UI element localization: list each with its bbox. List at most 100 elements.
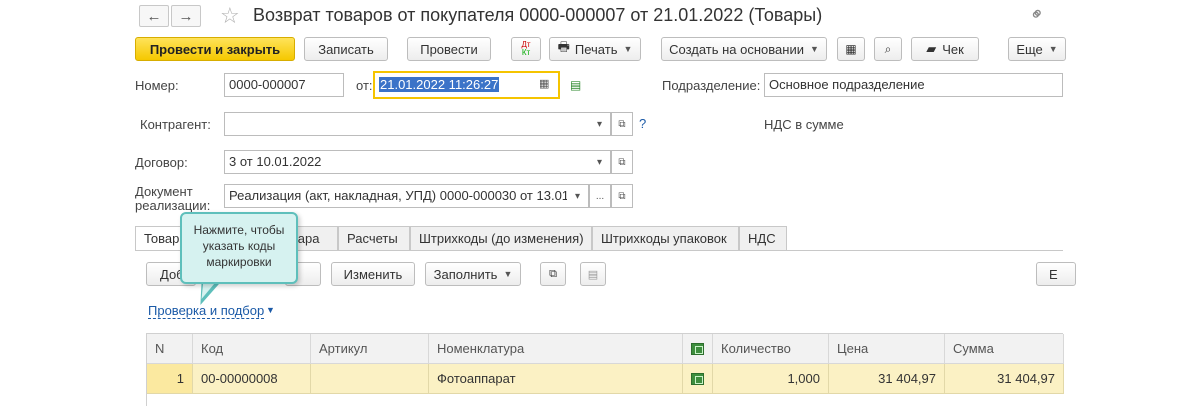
- sales-document-label: Документ реализации:: [135, 185, 210, 213]
- paste-rows-button[interactable]: ▤: [580, 262, 606, 286]
- printer-icon: 🖶: [557, 39, 570, 54]
- sales-document-label-line1: Документ: [135, 184, 193, 199]
- more-button[interactable]: Еще ▼: [1008, 37, 1066, 61]
- chevron-down-icon: ▾: [596, 118, 603, 130]
- dtkt-icon: Дт Кт: [521, 40, 531, 57]
- marking-codes-tooltip: Нажмите, чтобы указать коды маркировки: [180, 212, 298, 284]
- fill-label: Заполнить: [433, 266, 498, 282]
- tab-payments[interactable]: Расчеты: [338, 226, 410, 251]
- marking-code-icon: [691, 372, 704, 385]
- table-more-button[interactable]: Е: [1036, 262, 1076, 286]
- chevron-down-icon: ▼: [1048, 44, 1058, 54]
- table-cell-n[interactable]: 1: [147, 364, 193, 394]
- marking-code-icon: [691, 342, 704, 355]
- fill-button[interactable]: Заполнить ▼: [425, 262, 521, 286]
- check-and-pick-link[interactable]: Проверка и подбор: [148, 303, 265, 319]
- tab-vat-label: НДС: [748, 231, 776, 246]
- contract-open-button[interactable]: ⧉: [611, 150, 633, 174]
- tooltip-line-1: Нажмите, чтобы: [193, 223, 285, 237]
- tooltip-line-3: маркировки: [206, 255, 272, 269]
- create-based-label: Создать на основании: [669, 41, 804, 57]
- chevron-down-icon: ▼: [266, 305, 275, 315]
- contract-field[interactable]: 3 от 10.01.2022: [224, 150, 590, 174]
- contractor-open-button[interactable]: ⧉: [611, 112, 633, 136]
- move-date-icon[interactable]: ▤: [570, 78, 581, 92]
- date-field[interactable]: 21.01.2022 11:26:27: [373, 71, 560, 99]
- receipt-label: Чек: [942, 41, 964, 57]
- tab-payments-label: Расчеты: [347, 231, 398, 246]
- column-header-n[interactable]: N: [147, 334, 193, 364]
- division-field[interactable]: Основное подразделение: [764, 73, 1063, 97]
- sales-document-field[interactable]: Реализация (акт, накладная, УПД) 0000-00…: [224, 184, 568, 208]
- back-button[interactable]: ←: [139, 5, 169, 27]
- chevron-down-icon: ▼: [623, 44, 633, 54]
- link-icon[interactable]: ⚭: [1025, 2, 1051, 28]
- sales-document-label-line2: реализации:: [135, 198, 211, 213]
- chevron-down-icon: ▼: [809, 44, 819, 54]
- post-button[interactable]: Провести: [407, 37, 491, 61]
- print-button[interactable]: 🖶 Печать ▼: [549, 37, 641, 61]
- paste-icon: ▤: [587, 268, 599, 281]
- tab-barcodes-before[interactable]: Штрихкоды (до изменения): [410, 226, 592, 251]
- paperclip-icon: ⌕: [884, 41, 892, 56]
- receipt-button[interactable]: ▰ Чек: [911, 37, 979, 61]
- vat-mode-label[interactable]: НДС в сумме: [764, 117, 844, 132]
- forward-button[interactable]: →: [171, 5, 201, 27]
- post-and-close-button[interactable]: Провести и закрыть: [135, 37, 295, 61]
- open-window-icon: ⧉: [618, 190, 626, 202]
- save-button[interactable]: Записать: [304, 37, 388, 61]
- column-header-qty[interactable]: Количество: [713, 334, 829, 364]
- open-window-icon: ⧉: [618, 118, 626, 130]
- column-header-item[interactable]: Номенклатура: [429, 334, 683, 364]
- column-header-sum[interactable]: Сумма: [945, 334, 1064, 364]
- table-cell-marking[interactable]: [683, 364, 713, 394]
- column-header-code[interactable]: Код: [193, 334, 311, 364]
- contract-dropdown-button[interactable]: ▾: [589, 150, 611, 174]
- attach-button[interactable]: ⌕: [874, 37, 902, 61]
- goods-table: N Код Артикул Номенклатура Количество Це…: [146, 333, 1064, 406]
- sales-document-dropdown-button[interactable]: ▾: [567, 184, 589, 208]
- document-structure-icon: ▦: [845, 42, 857, 56]
- tab-package-barcodes[interactable]: Штрихкоды упаковок: [592, 226, 739, 251]
- favorite-star-icon[interactable]: ☆: [220, 3, 240, 29]
- contractor-label: Контрагент:: [140, 117, 211, 132]
- cash-register-icon: ▰: [926, 41, 937, 56]
- print-label: Печать: [574, 41, 618, 57]
- column-header-marking[interactable]: [683, 334, 713, 364]
- contractor-dropdown-button[interactable]: ▾: [589, 112, 611, 136]
- open-window-icon: ⧉: [618, 156, 626, 168]
- copy-rows-button[interactable]: ⧉: [540, 262, 566, 286]
- table-cell-sum[interactable]: 31 404,97: [945, 364, 1064, 394]
- change-button[interactable]: Изменить: [331, 262, 415, 286]
- check-and-pick-label: Проверка и подбор: [148, 303, 265, 318]
- division-label: Подразделение:: [662, 78, 761, 93]
- column-header-article[interactable]: Артикул: [311, 334, 429, 364]
- sales-document-open-button[interactable]: ⧉: [611, 184, 633, 208]
- table-cell-item[interactable]: Фотоаппарат: [429, 364, 683, 394]
- chevron-down-icon: ▾: [596, 156, 603, 168]
- table-cell-price[interactable]: 31 404,97: [829, 364, 945, 394]
- chevron-down-icon: ▼: [503, 269, 513, 279]
- create-based-on-button[interactable]: Создать на основании ▼: [661, 37, 827, 61]
- tab-vat[interactable]: НДС: [739, 226, 787, 251]
- more-label: Еще: [1016, 41, 1043, 57]
- contract-label: Договор:: [135, 155, 188, 170]
- arrow-left-icon: ←: [146, 7, 162, 25]
- chevron-down-icon: ▾: [574, 190, 581, 202]
- dtkt-button[interactable]: Дт Кт: [511, 37, 541, 61]
- table-cell-code[interactable]: 00-00000008: [193, 364, 311, 394]
- number-field[interactable]: 0000-000007: [224, 73, 344, 97]
- column-header-price[interactable]: Цена: [829, 334, 945, 364]
- table-cell-qty[interactable]: 1,000: [713, 364, 829, 394]
- table-cell-article[interactable]: [311, 364, 429, 394]
- help-icon[interactable]: ?: [639, 116, 646, 131]
- calendar-icon[interactable]: ▦: [539, 77, 549, 90]
- structure-button[interactable]: ▦: [837, 37, 865, 61]
- tab-package-barcodes-label: Штрихкоды упаковок: [601, 231, 727, 246]
- window-title: Возврат товаров от покупателя 0000-00000…: [253, 5, 823, 25]
- sales-document-select-button[interactable]: ...: [589, 184, 611, 208]
- contractor-field[interactable]: [224, 112, 590, 136]
- number-label: Номер:: [135, 78, 179, 93]
- arrow-right-icon: →: [178, 7, 194, 25]
- tab-barcodes-before-label: Штрихкоды (до изменения): [419, 231, 584, 246]
